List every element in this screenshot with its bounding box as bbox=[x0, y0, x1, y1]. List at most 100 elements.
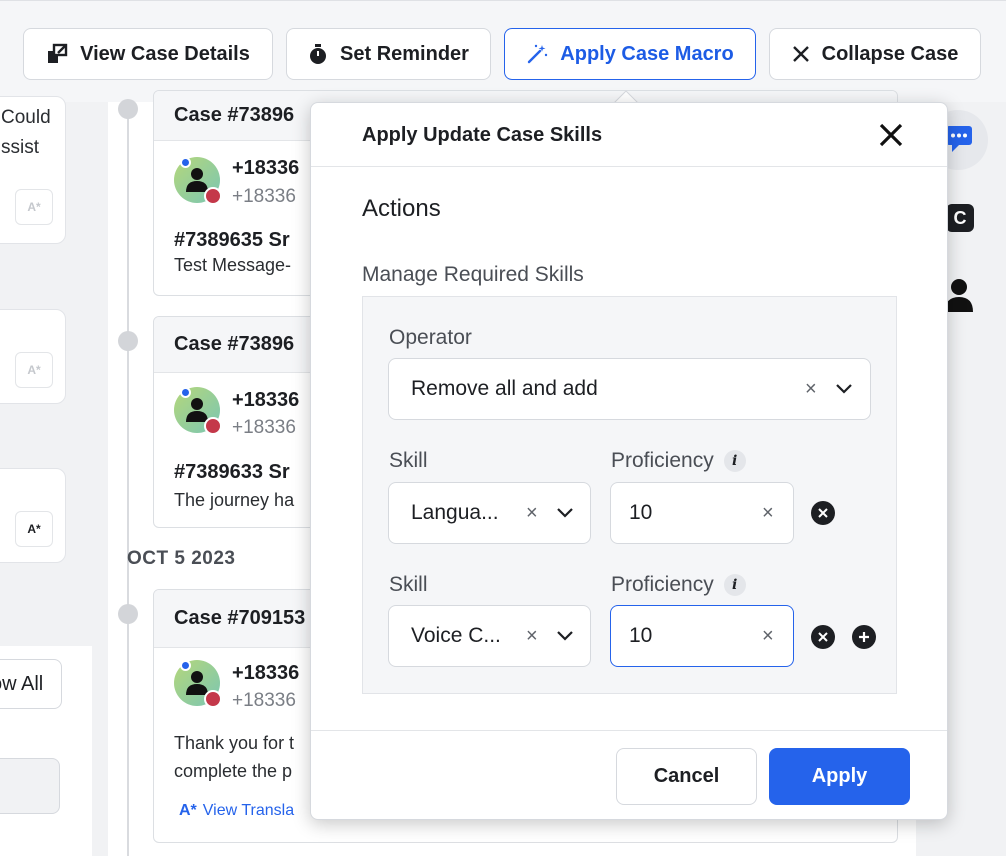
badge-c-icon[interactable]: C bbox=[946, 204, 974, 232]
person-icon bbox=[186, 671, 208, 695]
chevron-down-icon[interactable] bbox=[556, 504, 574, 522]
collapse-case-button[interactable]: Collapse Case bbox=[769, 28, 981, 80]
close-icon bbox=[818, 632, 828, 642]
clear-icon[interactable]: × bbox=[805, 379, 817, 399]
remove-skill-button[interactable] bbox=[811, 625, 835, 649]
stopwatch-icon bbox=[310, 44, 327, 64]
apply-case-macro-label: Apply Case Macro bbox=[560, 42, 734, 65]
view-case-details-button[interactable]: View Case Details bbox=[23, 28, 273, 80]
proficiency-value: 10 bbox=[629, 501, 653, 524]
proficiency-input[interactable]: 10 × bbox=[610, 482, 794, 544]
manage-skills-heading: Manage Required Skills bbox=[362, 263, 584, 286]
contact-phone-secondary: +18336 bbox=[232, 690, 296, 711]
contact-phone: +18336 bbox=[232, 157, 300, 179]
left-lower-panel: ow All bbox=[0, 646, 92, 856]
timeline-dot bbox=[118, 99, 138, 119]
operator-value: Remove all and add bbox=[411, 377, 598, 400]
magic-wand-icon bbox=[528, 44, 548, 64]
cancel-button[interactable]: Cancel bbox=[616, 748, 757, 805]
translate-icon[interactable]: A* bbox=[15, 511, 53, 547]
actions-heading: Actions bbox=[362, 195, 441, 222]
skills-config-panel: Operator Remove all and add × Skill Prof… bbox=[362, 296, 897, 694]
remove-skill-button[interactable] bbox=[811, 501, 835, 525]
proficiency-label-text: Proficiency bbox=[611, 449, 714, 472]
contact-phone-secondary: +18336 bbox=[232, 186, 296, 207]
channel-badge-icon bbox=[204, 417, 222, 435]
proficiency-label: Proficiency i bbox=[611, 449, 746, 473]
contact-phone-secondary: +18336 bbox=[232, 417, 296, 438]
left-input-field[interactable] bbox=[0, 758, 60, 814]
timeline-dot bbox=[118, 604, 138, 624]
close-icon bbox=[818, 508, 828, 518]
proficiency-label: Proficiency i bbox=[611, 573, 746, 597]
view-translation-link[interactable]: A* View Transla bbox=[179, 802, 294, 820]
person-icon[interactable] bbox=[944, 278, 974, 312]
person-icon bbox=[186, 168, 208, 192]
contact-phone: +18336 bbox=[232, 389, 300, 411]
collapse-case-label: Collapse Case bbox=[821, 42, 959, 65]
close-icon bbox=[792, 46, 809, 62]
channel-badge-icon bbox=[204, 690, 222, 708]
view-case-details-label: View Case Details bbox=[80, 42, 250, 65]
skill-label: Skill bbox=[389, 573, 428, 596]
skill-select[interactable]: Voice C... × bbox=[388, 605, 591, 667]
skill-label: Skill bbox=[389, 449, 428, 472]
left-panel: Could ssist A* A* A* ow All bbox=[0, 96, 92, 856]
avatar bbox=[174, 387, 222, 435]
case-title: #7389635 Sr bbox=[174, 229, 290, 251]
case-message: Test Message- bbox=[174, 255, 292, 275]
plus-icon bbox=[859, 632, 869, 642]
translate-icon[interactable]: A* bbox=[15, 189, 53, 225]
set-reminder-button[interactable]: Set Reminder bbox=[286, 28, 491, 80]
apply-case-macro-button[interactable]: Apply Case Macro bbox=[504, 28, 756, 80]
info-icon[interactable]: i bbox=[723, 574, 746, 596]
chevron-down-icon[interactable] bbox=[835, 380, 853, 398]
dialog-header: Apply Update Case Skills bbox=[311, 103, 947, 167]
translate-icon: A* bbox=[179, 802, 197, 819]
info-icon[interactable]: i bbox=[723, 450, 746, 472]
skill-value: Voice C... bbox=[411, 624, 501, 647]
apply-macro-dialog: Apply Update Case Skills Actions Manage … bbox=[310, 102, 948, 820]
contact-phone: +18336 bbox=[232, 662, 300, 684]
set-reminder-label: Set Reminder bbox=[340, 42, 469, 65]
clear-icon[interactable]: × bbox=[526, 503, 538, 523]
apply-button[interactable]: Apply bbox=[769, 748, 910, 805]
skill-select[interactable]: Langua... × bbox=[388, 482, 591, 544]
left-card: Could ssist A* bbox=[0, 96, 66, 244]
avatar bbox=[174, 660, 222, 708]
operator-label: Operator bbox=[389, 326, 472, 349]
case-message-line1: Thank you for t bbox=[174, 733, 295, 753]
add-skill-button[interactable] bbox=[852, 625, 876, 649]
close-icon bbox=[879, 123, 903, 147]
proficiency-label-text: Proficiency bbox=[611, 573, 714, 596]
left-card: A* bbox=[0, 468, 66, 563]
operator-select[interactable]: Remove all and add × bbox=[388, 358, 871, 420]
translate-icon[interactable]: A* bbox=[15, 352, 53, 388]
skill-value: Langua... bbox=[411, 501, 499, 524]
left-card: A* bbox=[0, 309, 66, 404]
case-message-line2: complete the p bbox=[174, 761, 293, 781]
chat-icon bbox=[946, 126, 972, 152]
case-message: The journey ha bbox=[174, 490, 295, 510]
dialog-footer-divider bbox=[311, 730, 947, 731]
person-icon bbox=[186, 398, 208, 422]
clear-icon[interactable]: × bbox=[762, 503, 774, 523]
show-all-button[interactable]: ow All bbox=[0, 659, 62, 709]
timeline-dot bbox=[118, 331, 138, 351]
proficiency-value: 10 bbox=[629, 624, 653, 647]
case-toolbar: View Case Details Set Reminder Apply Cas… bbox=[0, 0, 1006, 102]
proficiency-input[interactable]: 10 × bbox=[610, 605, 794, 667]
case-title: #7389633 Sr bbox=[174, 461, 290, 483]
channel-badge-icon bbox=[204, 187, 222, 205]
timeline-line bbox=[127, 102, 129, 856]
left-snippet-line1: Could bbox=[1, 107, 51, 128]
clear-icon[interactable]: × bbox=[526, 626, 538, 646]
clear-icon[interactable]: × bbox=[762, 626, 774, 646]
show-all-label: ow All bbox=[0, 672, 44, 695]
avatar bbox=[174, 157, 222, 205]
dialog-title: Apply Update Case Skills bbox=[362, 124, 603, 146]
chevron-down-icon[interactable] bbox=[556, 627, 574, 645]
view-translation-label: View Transla bbox=[202, 802, 295, 819]
dialog-close-button[interactable] bbox=[875, 119, 907, 151]
timeline-date-header: OCT 5 2023 bbox=[127, 548, 236, 569]
